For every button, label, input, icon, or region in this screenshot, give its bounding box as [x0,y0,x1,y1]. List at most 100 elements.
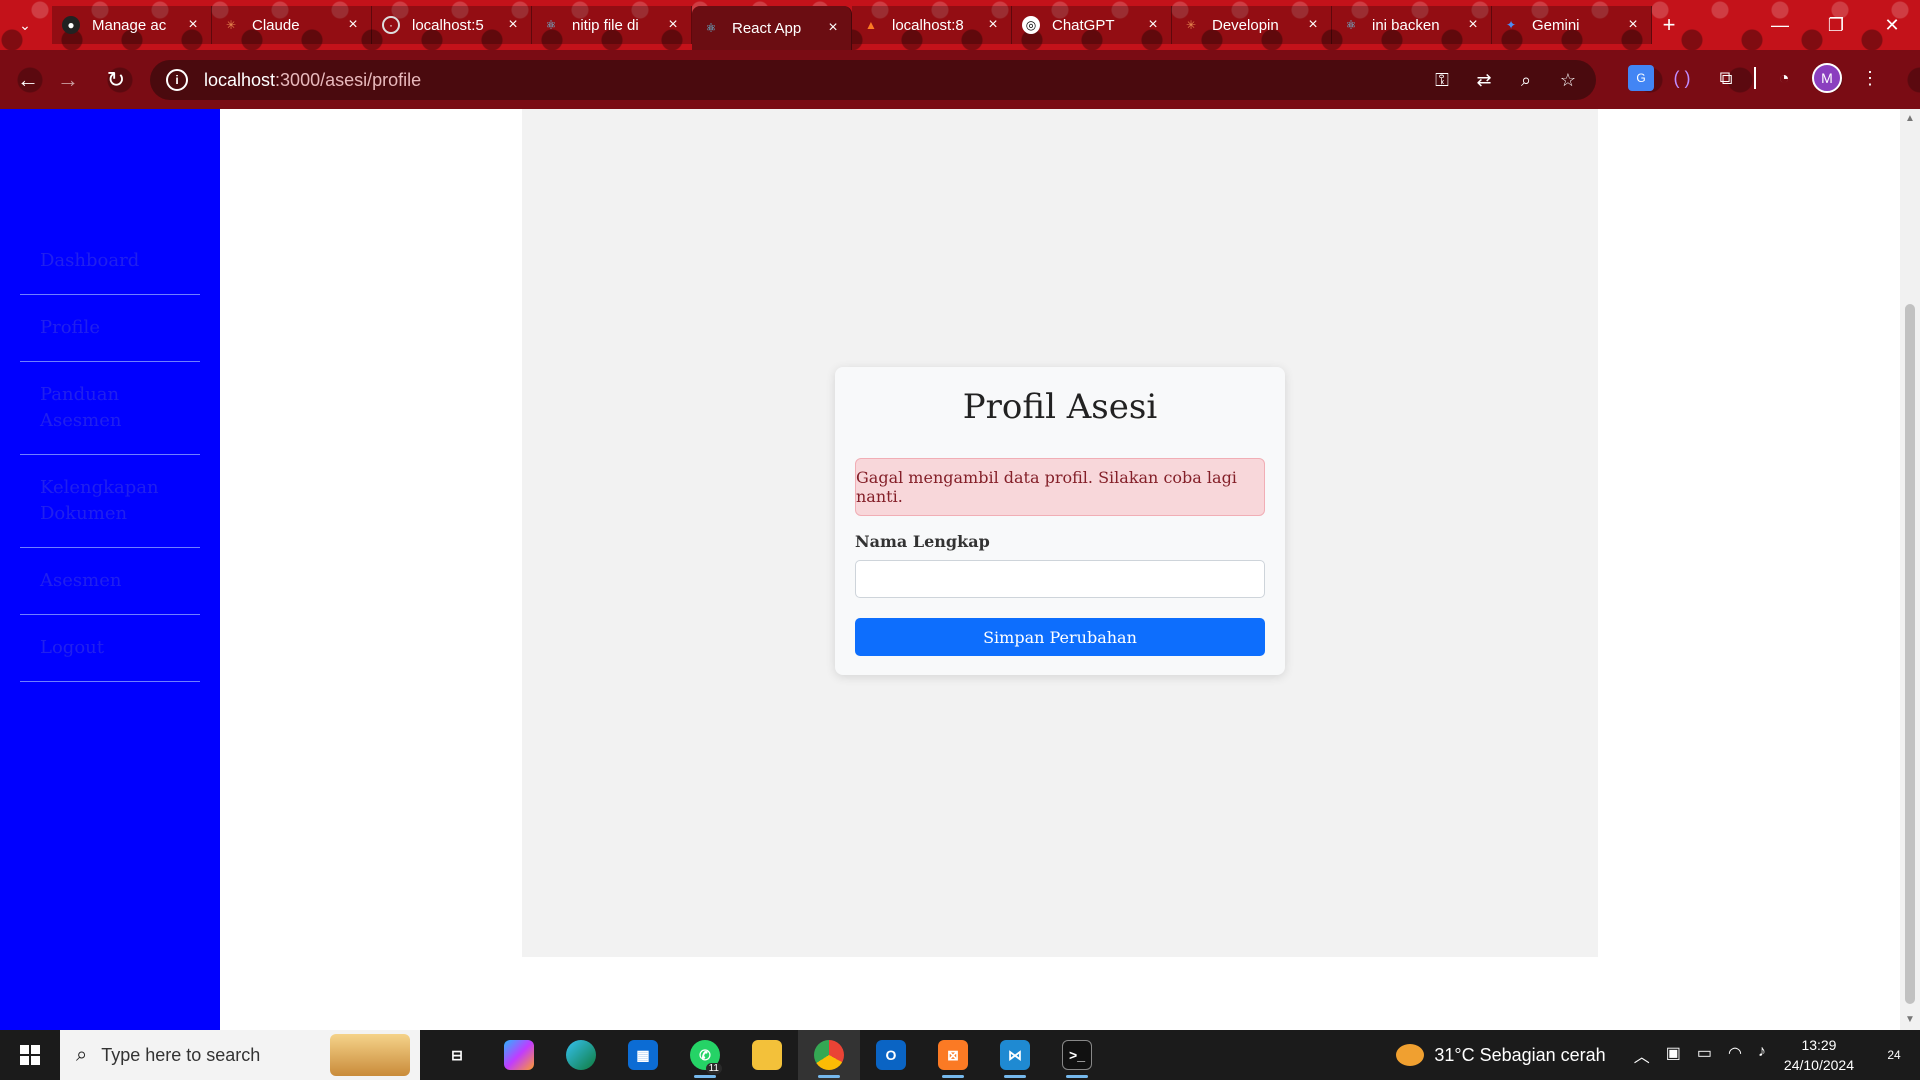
forward-arrow-icon[interactable]: → [52,64,84,96]
claude-icon: ✳ [225,18,237,32]
notification-center-button[interactable]: 24 [1876,1037,1912,1073]
task-view-icon: ⊟ [451,1046,463,1063]
tab-close-icon[interactable]: × [665,16,681,34]
full-name-input[interactable] [855,560,1265,598]
xampp-icon: ⊠ [938,1040,968,1070]
profile-avatar[interactable]: M [1812,63,1842,93]
sidebar-item-panduan-asesmen[interactable]: Panduan Asesmen [20,362,200,455]
tab-close-icon[interactable]: × [1145,16,1161,34]
sidebar-item-asesmen[interactable]: Asesmen [20,548,200,615]
page-title: Profil Asesi [962,387,1158,427]
browser-tab[interactable]: ✳ Developin × [1172,6,1332,44]
window-controls: — ❐ ✕ [1752,0,1920,50]
whatsapp-button[interactable]: ✆ 11 [674,1030,736,1080]
browser-tab[interactable]: · localhost:5 × [372,6,532,44]
vscode-icon: ⋈ [1000,1040,1030,1070]
browser-tab[interactable]: ✳ Claude × [212,6,372,44]
tab-close-icon[interactable]: × [1305,16,1321,34]
browser-tab[interactable]: ● Manage ac × [52,6,212,44]
store-button[interactable]: ▦ [612,1030,674,1080]
minimize-icon[interactable]: — [1752,0,1808,50]
tab-close-icon[interactable]: × [505,16,521,34]
react-icon: ⚛ [1345,18,1357,32]
tab-close-icon[interactable]: × [1625,16,1641,34]
xampp-button[interactable]: ⊠ [922,1030,984,1080]
chevron-up-icon[interactable]: ︿ [1634,1043,1650,1067]
browser-tab[interactable]: ▲ localhost:8 × [852,6,1012,44]
address-bar-actions: ⚿ ⇄ ⌕ ☆ [1430,68,1580,92]
meet-icon[interactable]: ▣ [1666,1043,1681,1067]
tab-strip: ● Manage ac × ✳ Claude × · localhost:5 ×… [52,6,1686,50]
sidebar: Dashboard Profile Panduan Asesmen Keleng… [0,109,220,1030]
scroll-down-arrow-icon[interactable]: ▼ [1904,1014,1916,1026]
wifi-icon[interactable]: ◠ [1728,1043,1742,1067]
browser-tab[interactable]: ◎ ChatGPT × [1012,6,1172,44]
taskbar-search-box[interactable]: ⌕ Type here to search [60,1030,420,1080]
gemini-icon: ✦ [1505,18,1517,32]
bracket-extension-icon[interactable]: ( ) [1666,62,1698,94]
windows-logo-icon [20,1045,40,1065]
extensions-puzzle-icon[interactable]: ⧉ [1710,62,1742,94]
site-info-icon[interactable]: i [166,69,188,91]
close-window-icon[interactable]: ✕ [1864,0,1920,50]
scroll-up-arrow-icon[interactable]: ▲ [1904,113,1916,125]
tab-title: Manage ac [92,16,167,34]
restore-icon[interactable]: ❐ [1808,0,1864,50]
browser-tab[interactable]: ⚛ ini backen × [1332,6,1492,44]
tab-close-icon[interactable]: × [985,16,1001,34]
terminal-button[interactable]: >_ [1046,1030,1108,1080]
edge-button[interactable] [550,1030,612,1080]
performance-icon[interactable]: ◔ [1768,62,1800,94]
sidebar-item-dashboard[interactable]: Dashboard [20,228,200,295]
translate-icon[interactable]: ⇄ [1472,68,1496,92]
chatgpt-icon: ◎ [1022,16,1040,34]
clock[interactable]: 13:29 24/10/2024 [1784,1035,1854,1075]
vscode-button[interactable]: ⋈ [984,1030,1046,1080]
weather-widget[interactable]: 31°C Sebagian cerah [1396,1044,1606,1066]
sidebar-item-kelengkapan-dokumen[interactable]: Kelengkapan Dokumen [20,455,200,548]
tab-close-icon[interactable]: × [185,16,201,34]
tab-title: nitip file di [572,16,639,34]
browser-tab[interactable]: ⚛ nitip file di × [532,6,692,44]
browser-menu-icon[interactable]: ⋮ [1854,62,1886,94]
toolbar-divider [1754,67,1756,89]
file-explorer-button[interactable] [736,1030,798,1080]
terminal-icon: >_ [1062,1040,1092,1070]
reload-icon[interactable]: ↻ [100,64,132,96]
browser-toolbar: ← → ↻ i localhost:3000/asesi/profile ⚿ ⇄… [0,50,1920,109]
google-translate-extension-icon[interactable]: G [1628,65,1654,91]
weather-text: 31°C Sebagian cerah [1434,1044,1606,1065]
zoom-icon[interactable]: ⌕ [1514,68,1538,92]
url-text[interactable]: localhost:3000/asesi/profile [204,70,421,91]
volume-icon[interactable]: ♪ [1758,1043,1766,1067]
address-bar[interactable]: i localhost:3000/asesi/profile ⚿ ⇄ ⌕ ☆ [150,60,1596,100]
tab-close-icon[interactable]: × [825,19,841,37]
copilot-button[interactable] [488,1030,550,1080]
task-view-button[interactable]: ⊟ [426,1030,488,1080]
tray-icons: ︿ ▣ ▭ ◠ ♪ [1634,1043,1766,1067]
sidebar-item-logout[interactable]: Logout [20,615,200,682]
save-changes-button[interactable]: Simpan Perubahan [855,618,1265,656]
tab-title: Gemini [1532,16,1580,34]
tab-close-icon[interactable]: × [345,16,361,34]
sidebar-item-profile[interactable]: Profile [20,295,200,362]
start-button[interactable] [0,1030,60,1080]
scrollbar-thumb[interactable] [1905,304,1915,1004]
chrome-button[interactable] [798,1030,860,1080]
battery-icon[interactable]: ▭ [1697,1043,1712,1067]
microsoft-store-icon: ▦ [628,1040,658,1070]
page-scrollbar[interactable]: ▲ ▼ [1900,109,1920,1030]
tab-search-chevron-icon[interactable]: ⌄ [10,10,40,40]
notification-count: 24 [1887,1048,1901,1062]
chrome-icon [814,1040,844,1070]
url-host: localhost [204,69,276,90]
bookmark-star-icon[interactable]: ☆ [1556,68,1580,92]
browser-tab[interactable]: ✦ Gemini × [1492,6,1652,44]
edge-icon [566,1040,596,1070]
new-tab-plus-icon[interactable]: + [1652,6,1686,44]
password-key-icon[interactable]: ⚿ [1430,68,1454,92]
browser-tab-active[interactable]: ⚛ React App × [692,6,852,50]
back-arrow-icon[interactable]: ← [12,64,44,96]
tab-close-icon[interactable]: × [1465,16,1481,34]
outlook-button[interactable]: O [860,1030,922,1080]
